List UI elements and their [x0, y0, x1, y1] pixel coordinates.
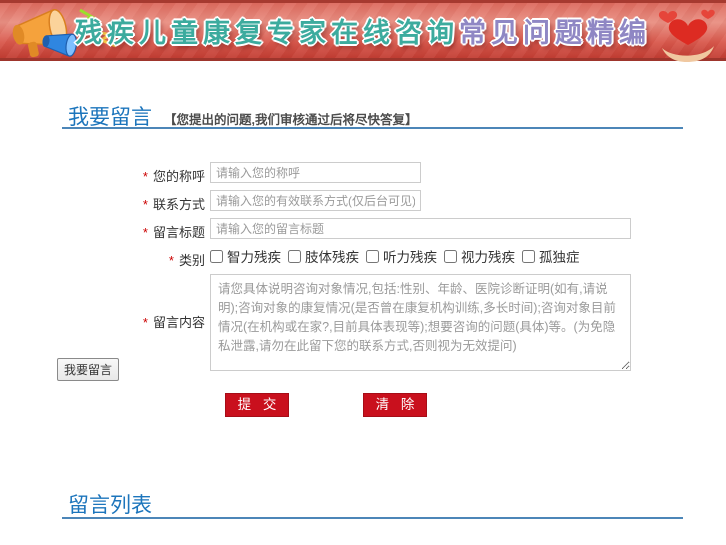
category-option-physical[interactable]: 肢体残疾	[288, 246, 359, 266]
content-label: *留言内容	[0, 312, 205, 331]
category-checkbox[interactable]	[444, 250, 457, 263]
submit-button[interactable]: 提 交	[225, 393, 289, 417]
category-option-intellectual[interactable]: 智力残疾	[210, 246, 281, 266]
contact-label: *联系方式	[0, 194, 205, 213]
category-checkbox[interactable]	[522, 250, 535, 263]
category-checkbox-group: 智力残疾 肢体残疾 听力残疾 视力残疾 孤独症	[210, 246, 587, 266]
hand-hearts-icon	[652, 6, 724, 62]
required-marker: *	[143, 315, 148, 330]
category-option-hearing[interactable]: 听力残疾	[366, 246, 437, 266]
category-label: *类别	[0, 250, 205, 269]
clear-button[interactable]: 清 除	[363, 393, 427, 417]
required-marker: *	[143, 169, 148, 184]
category-checkbox[interactable]	[210, 250, 223, 263]
nickname-input[interactable]	[210, 162, 421, 183]
category-checkbox[interactable]	[366, 250, 379, 263]
message-list-title: 留言列表	[68, 489, 152, 519]
subject-input[interactable]	[210, 218, 631, 239]
contact-input[interactable]	[210, 190, 421, 211]
content-textarea[interactable]	[210, 274, 631, 371]
nickname-label: *您的称呼	[0, 166, 205, 185]
required-marker: *	[143, 225, 148, 240]
required-marker: *	[143, 197, 148, 212]
subject-label: *留言标题	[0, 222, 205, 241]
banner-title-part1: 残疾儿童康复专家在线咨询	[75, 18, 459, 48]
banner-title: 残疾儿童康复专家在线咨询常见问题精编	[75, 11, 651, 50]
category-checkbox[interactable]	[288, 250, 301, 263]
leave-message-anchor-button[interactable]: 我要留言	[57, 358, 119, 381]
site-banner: 残疾儿童康复专家在线咨询常见问题精编	[0, 0, 726, 61]
message-form-note: 【您提出的问题,我们审核通过后将尽快答复】	[164, 109, 417, 128]
category-option-vision[interactable]: 视力残疾	[444, 246, 515, 266]
message-list-header: 留言列表	[68, 489, 152, 519]
banner-title-part2: 常见问题精编	[459, 18, 651, 48]
section-divider	[62, 127, 683, 129]
required-marker: *	[169, 253, 174, 268]
page: 残疾儿童康复专家在线咨询常见问题精编 我要留言 【您提出的问题,我们审核通过后将…	[0, 0, 726, 545]
section-divider	[62, 517, 683, 519]
category-option-autism[interactable]: 孤独症	[522, 246, 580, 266]
